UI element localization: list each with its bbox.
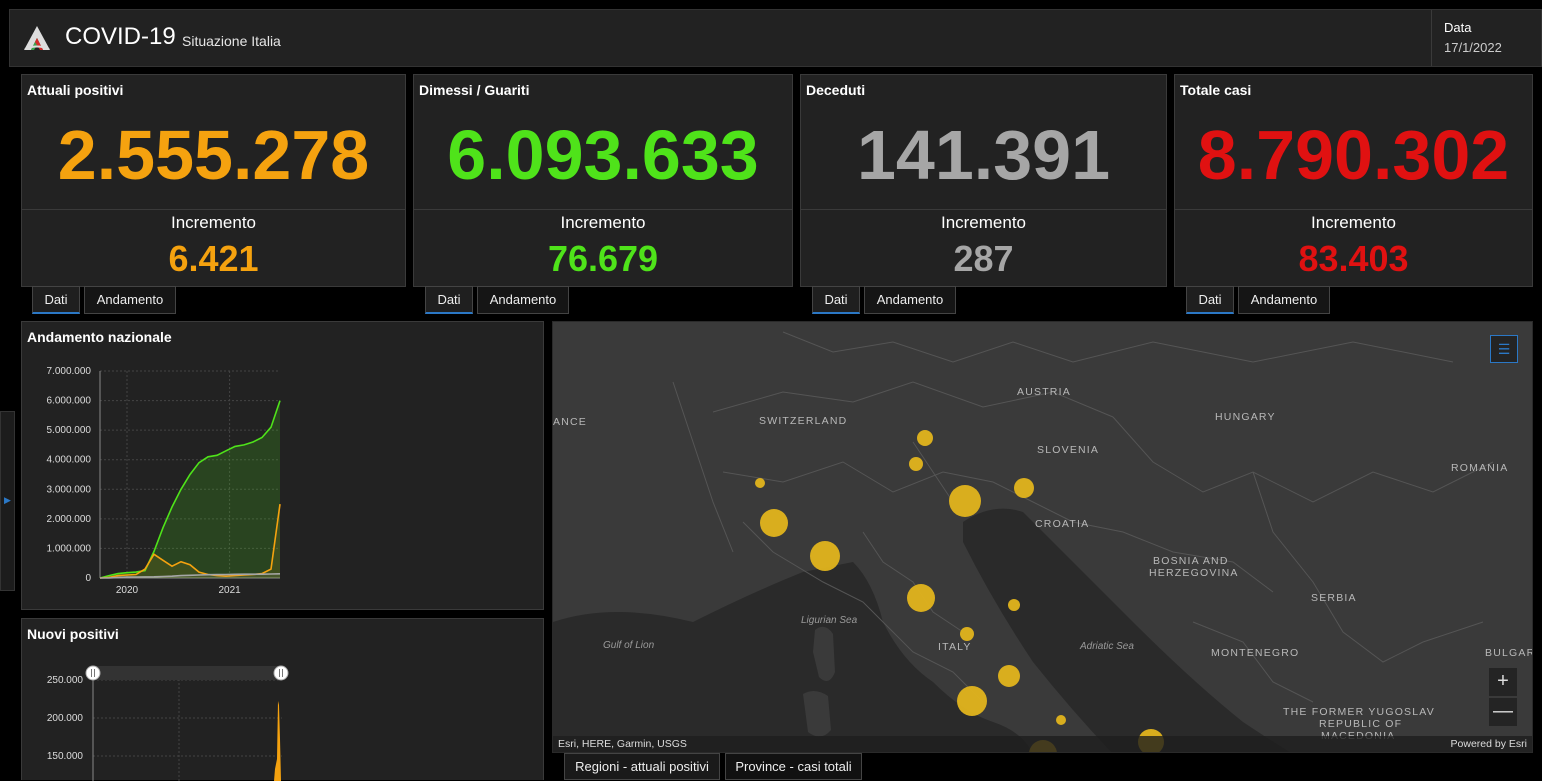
increment-label: Incremento	[170, 213, 257, 232]
region-bubble[interactable]	[1008, 599, 1020, 611]
region-bubble[interactable]	[998, 665, 1020, 687]
y-tick-label: 250.000	[47, 675, 84, 686]
expand-arrow-icon: ▶	[4, 495, 11, 505]
card-deceduti: Deceduti 141.391 Incremento 287	[800, 74, 1167, 287]
new-cases-spike	[274, 701, 281, 781]
card-title: Deceduti	[806, 82, 866, 98]
attribution-left: Esri, HERE, Garmin, USGS	[558, 738, 687, 750]
increment-value: 6.421	[168, 238, 259, 279]
tab-regioni-attuali-positivi[interactable]: Regioni - attuali positivi	[564, 753, 720, 780]
y-tick-label: 3.000.000	[47, 484, 92, 495]
increment-value: 287	[953, 238, 1014, 279]
legend-list-icon[interactable]: ☰	[1490, 335, 1518, 363]
header: COVID-19 Situazione Italia Data 17/1/202…	[9, 9, 1542, 67]
date-value: 17/1/2022	[1444, 40, 1502, 55]
trend-chart: 0 1.000.000 2.000.000 3.000.000 4.000.000 5.0…	[47, 366, 281, 596]
y-tick-label: 150.000	[47, 751, 84, 762]
app-title: COVID-19	[65, 23, 176, 50]
y-tick-label: 5.000.000	[47, 425, 92, 436]
region-bubble[interactable]	[957, 686, 987, 716]
side-panel-toggle[interactable]: ▶	[0, 411, 15, 591]
date-box: Data 17/1/2022	[1431, 10, 1542, 66]
zoom-out-button[interactable]: —	[1489, 698, 1517, 726]
y-tick-label: 4.000.000	[47, 455, 92, 466]
increment-label: Incremento	[1310, 213, 1397, 232]
card-title: Attuali positivi	[27, 82, 124, 98]
region-bubble[interactable]	[1014, 478, 1034, 498]
region-bubble[interactable]	[960, 627, 974, 641]
y-tick-label: 2.000.000	[47, 514, 92, 525]
tab-dati[interactable]: Dati	[1186, 286, 1234, 314]
y-tick-label: 0	[85, 573, 91, 584]
range-slider-band[interactable]	[93, 666, 281, 680]
tab-dati[interactable]: Dati	[812, 286, 860, 314]
region-bubble[interactable]	[810, 541, 840, 571]
region-bubble[interactable]	[1056, 715, 1066, 725]
region-bubble[interactable]	[909, 457, 923, 471]
increment-value: 83.403	[1298, 238, 1409, 279]
increment-label: Incremento	[940, 213, 1027, 232]
italy-logo-icon	[24, 26, 50, 50]
card-value: 141.391	[856, 116, 1111, 194]
x-tick-label: 2021	[218, 585, 241, 596]
range-slider-handle[interactable]	[273, 665, 289, 681]
zoom-in-button[interactable]: +	[1489, 668, 1517, 696]
region-bubble[interactable]	[755, 478, 765, 488]
x-tick-label: 2020	[116, 585, 139, 596]
range-slider-handle[interactable]	[85, 665, 101, 681]
card-attuali-positivi: Attuali positivi 2.555.278 Incremento 6.…	[21, 74, 406, 287]
card-value: 6.093.633	[447, 116, 759, 194]
card-title: Dimessi / Guariti	[419, 82, 530, 98]
andamento-nazionale-panel: Andamento nazionale 0 1.000.000 2.000.000 3…	[21, 321, 544, 610]
increment-label: Incremento	[560, 213, 646, 232]
tab-andamento[interactable]: Andamento	[84, 286, 176, 314]
region-bubble[interactable]	[917, 430, 933, 446]
new-positives-chart: 150.000 200.000 250.000	[47, 665, 289, 781]
case-bubbles	[755, 430, 1164, 752]
card-title: Totale casi	[1180, 82, 1252, 98]
tab-andamento[interactable]: Andamento	[477, 286, 569, 314]
region-bubble[interactable]	[907, 584, 935, 612]
tab-dati[interactable]: Dati	[32, 286, 80, 314]
region-bubble[interactable]	[949, 485, 981, 517]
map-attribution: Esri, HERE, Garmin, USGS Powered by Esri	[553, 736, 1532, 752]
map-view[interactable]: AUSTRIA SWITZERLAND ANCE HUNGARY SLOVENIA ROM…	[552, 321, 1533, 753]
tab-province-casi-totali[interactable]: Province - casi totali	[725, 753, 862, 780]
tab-andamento[interactable]: Andamento	[1238, 286, 1330, 314]
increment-value: 76.679	[547, 238, 659, 279]
region-bubble[interactable]	[760, 509, 788, 537]
date-label: Data	[1444, 20, 1472, 35]
card-divider	[414, 209, 792, 210]
tab-dati[interactable]: Dati	[425, 286, 473, 314]
tab-andamento[interactable]: Andamento	[864, 286, 956, 314]
app-subtitle: Situazione Italia	[182, 33, 281, 49]
y-tick-label: 1.000.000	[47, 543, 92, 554]
card-dimessi-guariti: Dimessi / Guariti 6.093.633 Incremento 7…	[413, 74, 793, 287]
y-tick-label: 7.000.000	[47, 366, 92, 377]
card-totale-casi: Totale casi 8.790.302 Incremento 83.403	[1174, 74, 1533, 287]
card-divider	[1175, 209, 1532, 210]
y-tick-label: 6.000.000	[47, 396, 92, 407]
y-tick-label: 200.000	[47, 713, 84, 724]
card-divider	[22, 209, 405, 210]
card-divider	[801, 209, 1166, 210]
card-value: 8.790.302	[1197, 116, 1510, 194]
attribution-right[interactable]: Powered by Esri	[1451, 736, 1527, 752]
card-value: 2.555.278	[57, 116, 370, 194]
nuovi-positivi-panel: Nuovi positivi 150.000 200.000 250.000	[21, 618, 544, 781]
